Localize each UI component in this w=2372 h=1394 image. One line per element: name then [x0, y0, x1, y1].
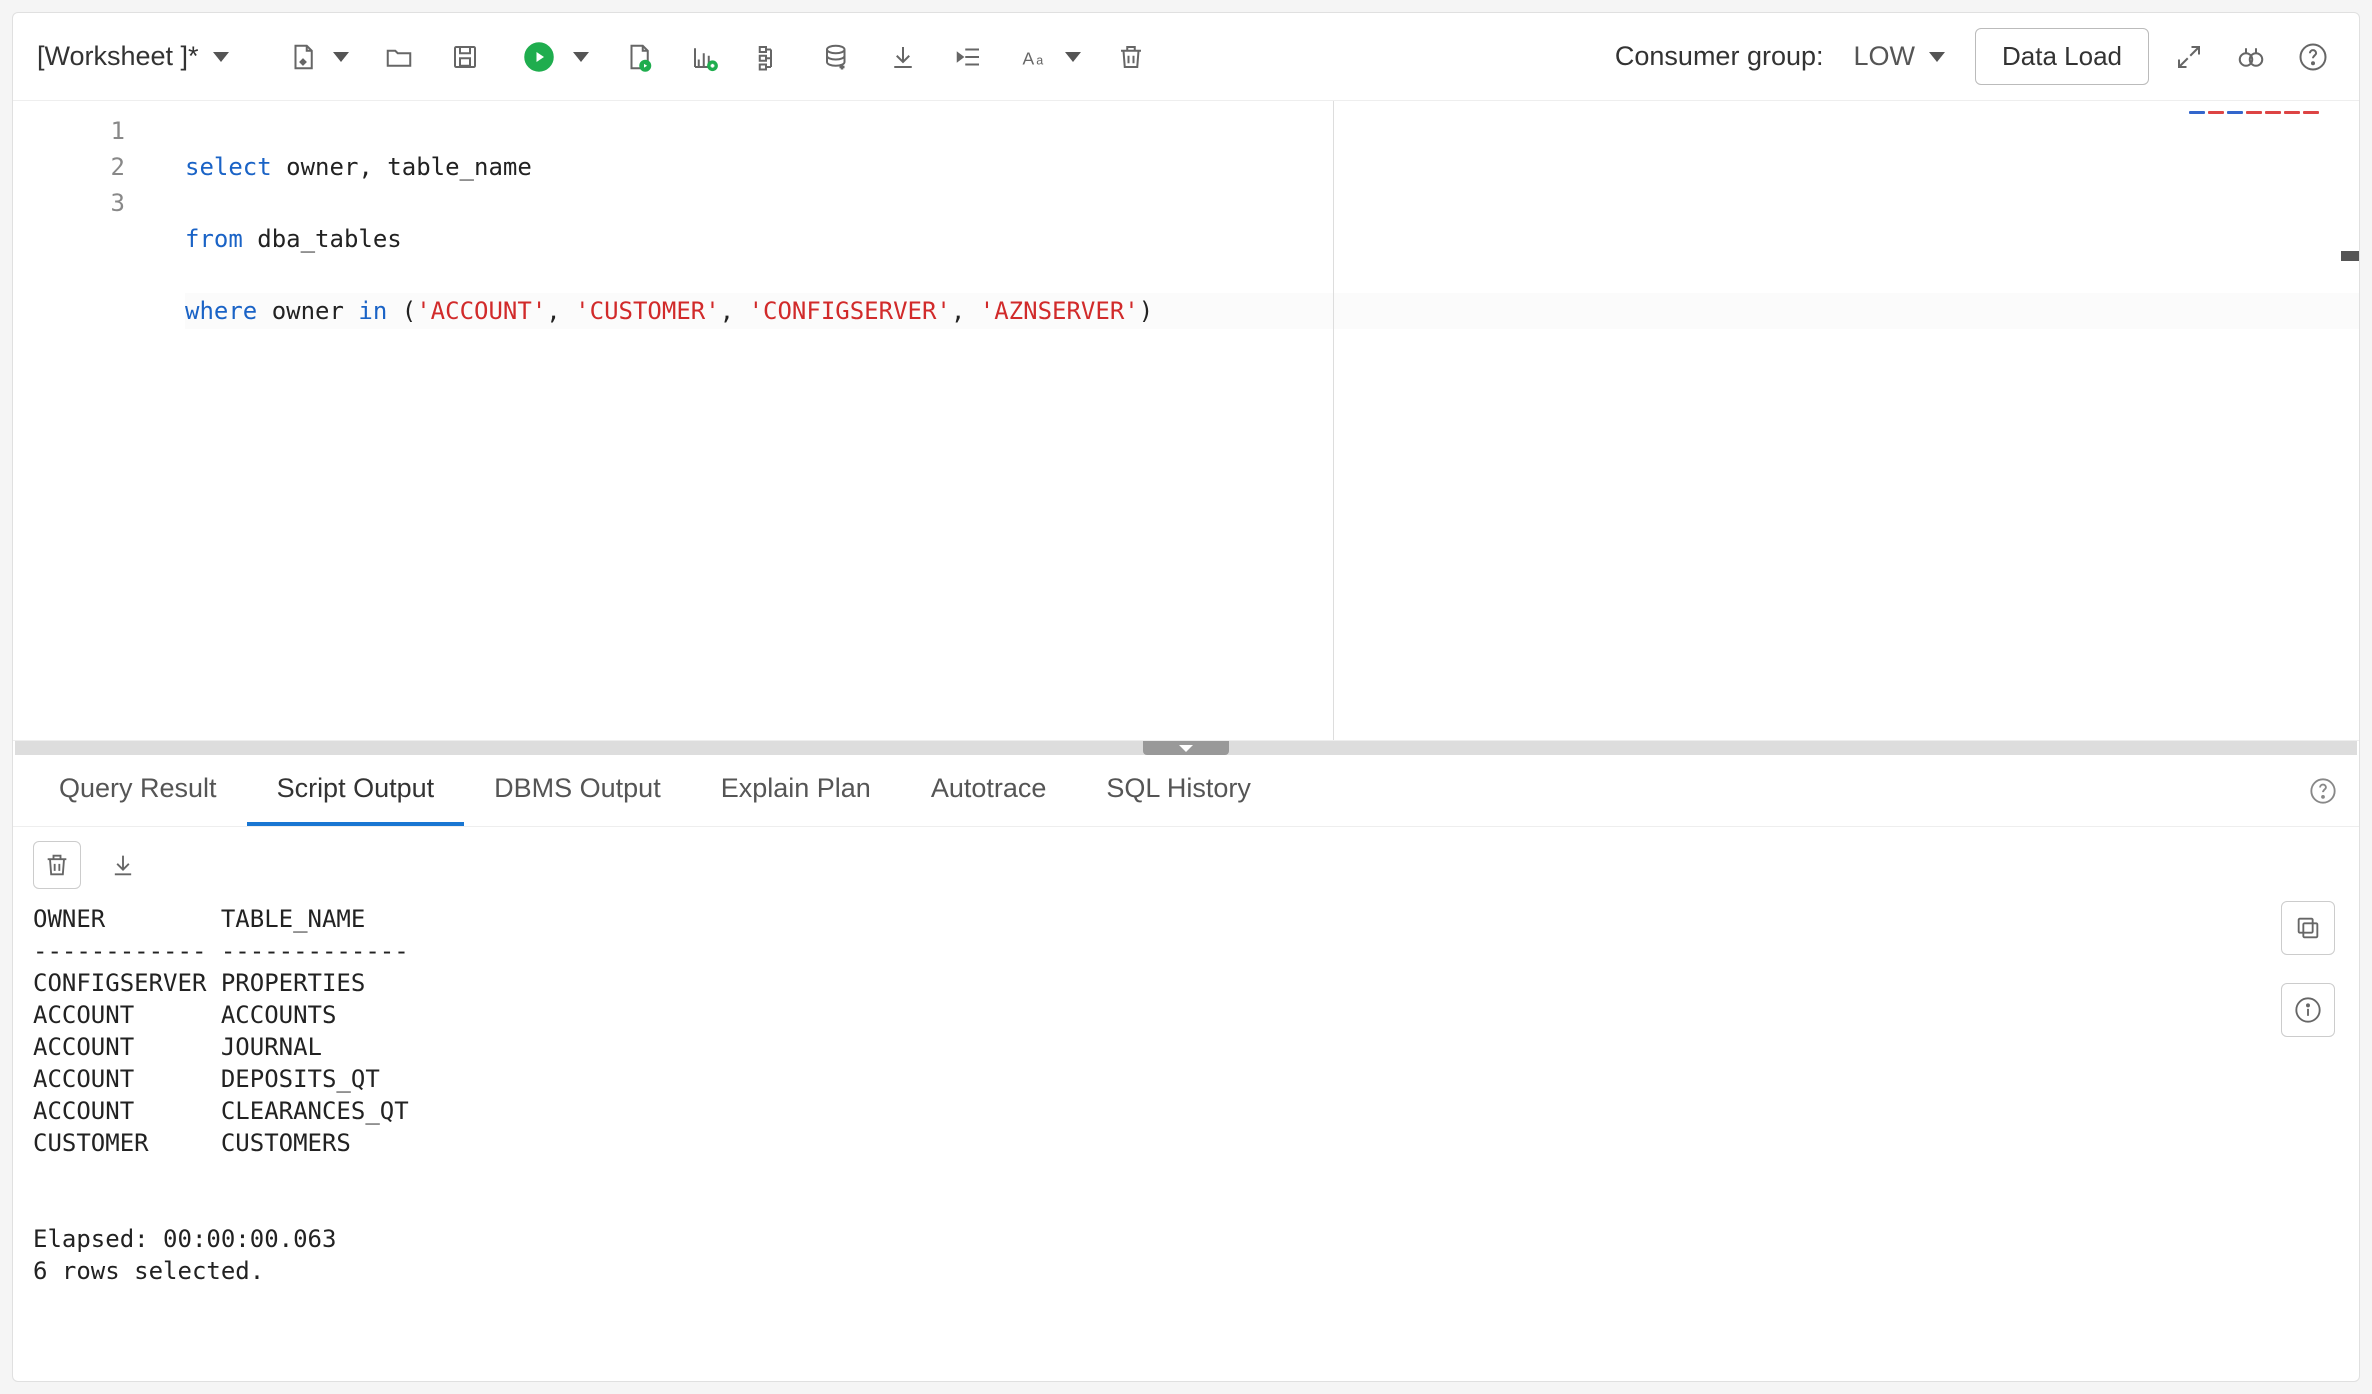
keyword: from [185, 225, 243, 253]
chevron-down-icon [213, 52, 229, 62]
help-button[interactable] [2291, 35, 2335, 79]
chart-button[interactable] [681, 33, 729, 81]
expand-button[interactable] [2167, 35, 2211, 79]
string: 'CUSTOMER' [575, 297, 720, 325]
line-gutter: 1 2 3 [13, 101, 163, 740]
font-size-button[interactable]: Aa [1011, 33, 1059, 81]
minimap[interactable] [2189, 111, 2319, 127]
editor-ruler [1333, 101, 1334, 740]
code-area[interactable]: select owner, table_name from dba_tables… [163, 101, 2359, 740]
worksheet-title: [Worksheet ]* [37, 41, 199, 72]
info-button[interactable] [2281, 983, 2335, 1037]
run-button[interactable] [515, 33, 563, 81]
tab-query-result[interactable]: Query Result [29, 755, 247, 826]
string: 'ACCOUNT' [416, 297, 546, 325]
worksheet-title-dropdown[interactable]: [Worksheet ]* [37, 41, 253, 72]
identifier: , table_name [358, 153, 531, 181]
svg-text:a: a [1036, 53, 1043, 67]
data-load-button[interactable]: Data Load [1975, 28, 2149, 85]
tab-autotrace[interactable]: Autotrace [901, 755, 1077, 826]
toolbar: [Worksheet ]* [13, 13, 2359, 101]
line-number: 3 [13, 185, 125, 221]
script-output-text: OWNER TABLE_NAME ------------ ----------… [33, 903, 2339, 1287]
sql-editor[interactable]: 1 2 3 select owner, table_name from dba_… [13, 101, 2359, 741]
svg-text:A: A [1022, 48, 1034, 68]
punct: ( [387, 297, 416, 325]
trash-button[interactable] [1107, 33, 1155, 81]
tab-dbms-output[interactable]: DBMS Output [464, 755, 691, 826]
binoculars-button[interactable] [2229, 35, 2273, 79]
database-button[interactable] [813, 33, 861, 81]
download-output-button[interactable] [99, 841, 147, 889]
editor-marker [2341, 251, 2359, 261]
open-file-button[interactable] [375, 33, 423, 81]
output-side-tools [2281, 901, 2335, 1037]
punct: , [951, 297, 980, 325]
indent-button[interactable] [945, 33, 993, 81]
output-tabs: Query Result Script Output DBMS Output E… [13, 755, 2359, 827]
chevron-down-icon[interactable] [573, 52, 589, 62]
copy-output-button[interactable] [2281, 901, 2335, 955]
string: 'CONFIGSERVER' [749, 297, 951, 325]
save-button[interactable] [441, 33, 489, 81]
consumer-group-label: Consumer group: [1615, 41, 1824, 72]
consumer-group-value: LOW [1854, 41, 1916, 72]
clear-output-button[interactable] [33, 841, 81, 889]
tree-button[interactable] [747, 33, 795, 81]
splitter[interactable] [15, 741, 2357, 755]
new-file-button[interactable] [279, 33, 327, 81]
output-help-button[interactable] [2303, 771, 2343, 811]
line-number: 2 [13, 149, 125, 185]
identifier: owner [272, 153, 359, 181]
tab-sql-history[interactable]: SQL History [1076, 755, 1281, 826]
punct: ) [1139, 297, 1153, 325]
output-toolbar [13, 827, 2359, 895]
tab-explain-plan[interactable]: Explain Plan [691, 755, 901, 826]
punct: , [546, 297, 575, 325]
output-body: OWNER TABLE_NAME ------------ ----------… [13, 895, 2359, 1381]
keyword: select [185, 153, 272, 181]
chevron-down-icon [1929, 52, 1945, 62]
chevron-down-icon[interactable] [333, 52, 349, 62]
keyword: in [358, 297, 387, 325]
keyword: where [185, 297, 257, 325]
string: 'AZNSERVER' [980, 297, 1139, 325]
download-button[interactable] [879, 33, 927, 81]
line-number: 1 [13, 113, 125, 149]
identifier: dba_tables [243, 225, 402, 253]
sql-worksheet-app: [Worksheet ]* [12, 12, 2360, 1382]
chevron-down-icon[interactable] [1065, 52, 1081, 62]
run-script-button[interactable] [615, 33, 663, 81]
splitter-handle-icon [1143, 741, 1229, 755]
tab-script-output[interactable]: Script Output [247, 755, 465, 826]
identifier: owner [257, 297, 358, 325]
punct: , [720, 297, 749, 325]
consumer-group-select[interactable]: LOW [1844, 33, 1956, 80]
